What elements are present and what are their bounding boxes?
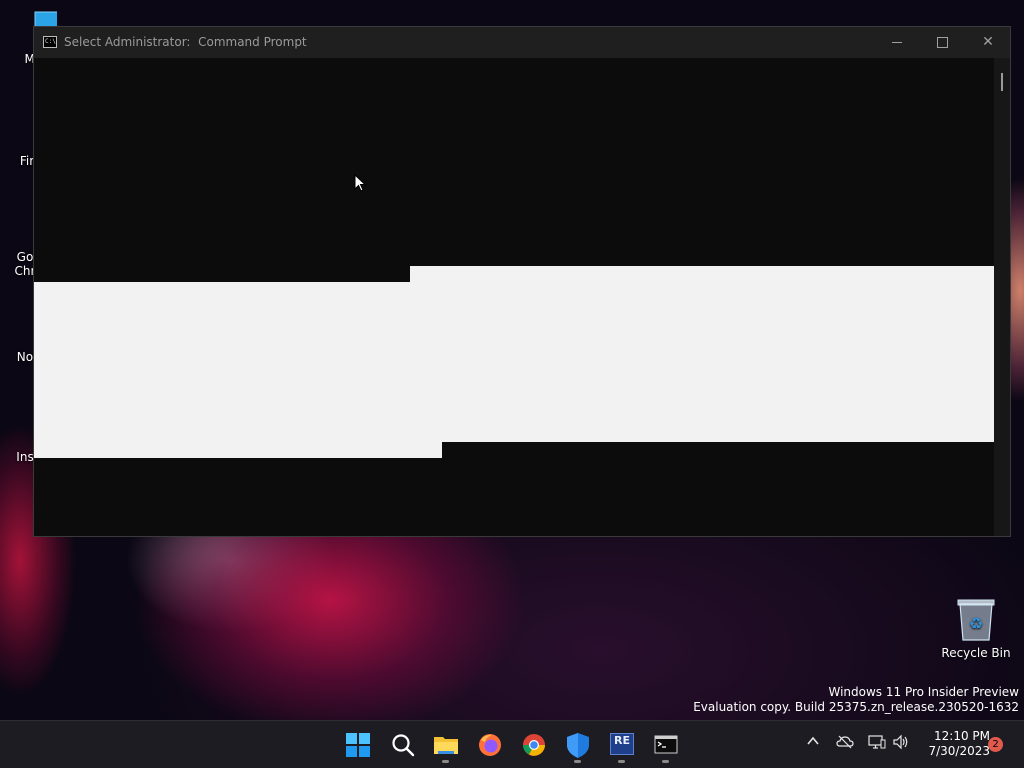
os-watermark: Windows 11 Pro Insider Preview Evaluatio…: [693, 685, 1019, 715]
selection-block-left-tail: [410, 442, 442, 458]
close-icon: ✕: [982, 34, 994, 50]
running-indicator: [442, 760, 449, 763]
network-button[interactable]: [868, 734, 886, 754]
command-prompt-window[interactable]: C:\ Select Administrator: Command Prompt…: [33, 26, 1011, 537]
watermark-line-2: Evaluation copy. Build 25375.zn_release.…: [693, 700, 1019, 714]
chevron-up-icon: [807, 736, 819, 745]
recycle-bin-label: Recycle Bin: [941, 646, 1011, 660]
maximize-button[interactable]: [919, 27, 965, 58]
watermark-line-1: Windows 11 Pro Insider Preview: [828, 685, 1019, 699]
svg-text:♻: ♻: [969, 614, 983, 633]
folder-icon: [434, 737, 458, 754]
scrollbar-thumb[interactable]: [1001, 73, 1003, 91]
window-titlebar[interactable]: C:\ Select Administrator: Command Prompt…: [34, 27, 1010, 58]
selection-block-right: [410, 266, 994, 442]
notification-badge[interactable]: 2: [988, 737, 1003, 752]
clock-time: 12:10 PM: [934, 729, 990, 743]
running-indicator: [574, 760, 581, 763]
minimize-button[interactable]: [874, 27, 920, 58]
close-button[interactable]: ✕: [965, 27, 1011, 58]
running-indicator: [662, 760, 669, 763]
clock-date: 7/30/2023: [928, 744, 990, 758]
console-output[interactable]: [34, 58, 994, 536]
search-button[interactable]: [385, 727, 421, 763]
recycle-bin-icon: ♻: [956, 598, 996, 642]
speaker-icon: [893, 734, 908, 750]
selection-block-left: [34, 282, 410, 458]
network-icon: [868, 735, 886, 749]
desktop: My Co ↗ Fir ↗ Go Chr: [0, 0, 1024, 720]
taskbar-app-command-prompt[interactable]: [648, 727, 684, 763]
start-button[interactable]: [340, 727, 376, 763]
taskbar-clock[interactable]: 12:10 PM 7/30/2023: [918, 729, 990, 759]
window-title: Select Administrator: Command Prompt: [64, 35, 307, 49]
firefox-icon: [479, 734, 501, 756]
mouse-cursor-icon: [354, 173, 367, 192]
search-icon: [392, 734, 415, 757]
tray-overflow-button[interactable]: [806, 734, 820, 752]
console-scrollbar[interactable]: [994, 58, 1010, 536]
taskbar-app-re[interactable]: RE: [604, 727, 640, 763]
desktop-icon-recycle-bin[interactable]: ♻ Recycle Bin: [938, 598, 1014, 660]
cmd-icon: C:\: [43, 36, 57, 48]
chrome-icon: [523, 734, 545, 756]
onedrive-button[interactable]: [836, 735, 854, 753]
windows-start-icon: [346, 733, 370, 757]
volume-button[interactable]: [892, 734, 910, 754]
re-icon: RE: [610, 733, 634, 755]
terminal-icon: [654, 735, 678, 754]
taskbar-app-file-explorer[interactable]: [428, 727, 464, 763]
taskbar-app-defender[interactable]: [560, 727, 596, 763]
maximize-icon: [936, 36, 948, 48]
taskbar: RE 12:10 PM 7/30/2023 2: [0, 720, 1024, 768]
shield-icon: [567, 733, 589, 758]
running-indicator: [618, 760, 625, 763]
taskbar-app-firefox[interactable]: [472, 727, 508, 763]
minimize-icon: [892, 41, 902, 43]
cloud-offline-icon: [836, 735, 854, 749]
taskbar-app-chrome[interactable]: [516, 727, 552, 763]
